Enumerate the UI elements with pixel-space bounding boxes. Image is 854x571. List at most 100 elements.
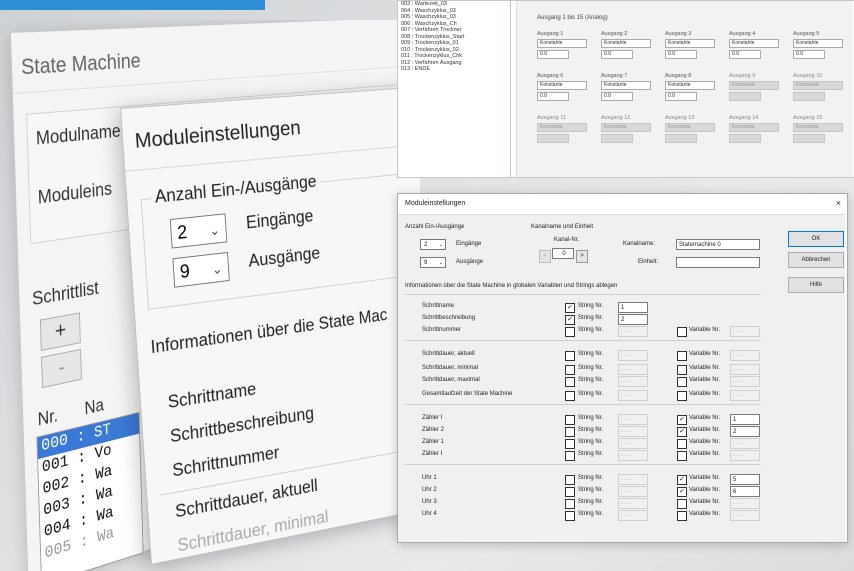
output-mode-select[interactable]: Konstante — [601, 81, 651, 90]
string-checkbox[interactable] — [565, 365, 575, 375]
output-value-input[interactable] — [729, 92, 761, 101]
output-mode-select[interactable]: Konstante — [729, 123, 779, 132]
variable-nr-input[interactable]: - - - — [730, 390, 760, 401]
string-checkbox[interactable] — [565, 427, 575, 437]
help-button[interactable]: Hilfe — [788, 277, 844, 293]
variable-nr-input[interactable]: - - - — [730, 326, 760, 337]
string-nr-input[interactable]: - - - — [618, 474, 648, 485]
variable-nr-input[interactable]: 6 — [730, 486, 760, 497]
close-icon[interactable]: × — [836, 198, 841, 208]
output-value-input[interactable]: 0.0 — [537, 50, 569, 59]
string-checkbox[interactable]: ✓ — [565, 303, 575, 313]
string-nr-input[interactable]: - - - — [618, 438, 648, 449]
kanal-nr-input[interactable]: 0 — [552, 248, 574, 259]
string-checkbox[interactable] — [565, 475, 575, 485]
output-value-input[interactable]: 0.0 — [729, 50, 761, 59]
string-nr-input[interactable]: - - - — [618, 486, 648, 497]
string-nr-input[interactable]: - - - — [618, 364, 648, 375]
add-step-button[interactable]: + — [39, 312, 81, 352]
output-mode-select[interactable]: Konstante — [537, 81, 587, 90]
output-mode-select[interactable]: Konstante — [601, 39, 651, 48]
variable-nr-input[interactable]: - - - — [730, 510, 760, 521]
string-checkbox[interactable] — [565, 391, 575, 401]
variable-checkbox[interactable] — [677, 451, 687, 461]
list-item[interactable]: 013 : ENDE — [398, 66, 510, 73]
string-nr-input[interactable]: - - - — [618, 390, 648, 401]
output-value-input[interactable] — [601, 134, 633, 143]
variable-nr-input[interactable]: - - - — [730, 376, 760, 387]
output-value-input[interactable]: 0.0 — [665, 92, 697, 101]
einheit-input[interactable] — [676, 257, 760, 268]
string-checkbox[interactable] — [565, 499, 575, 509]
output-mode-select[interactable]: Konstante — [793, 39, 843, 48]
inputs-count-select[interactable]: 2 ⌄ — [169, 213, 228, 249]
string-checkbox[interactable] — [565, 439, 575, 449]
variable-checkbox[interactable] — [677, 439, 687, 449]
output-mode-select[interactable]: Konstante — [729, 81, 779, 90]
output-value-input[interactable] — [665, 134, 697, 143]
string-checkbox[interactable] — [565, 327, 575, 337]
kanalname-input[interactable]: Statemachine 0 — [676, 239, 760, 250]
output-value-input[interactable]: 0.0 — [793, 50, 825, 59]
output-value-input[interactable]: 0.0 — [601, 92, 633, 101]
string-checkbox[interactable] — [565, 487, 575, 497]
variable-nr-input[interactable]: - - - — [730, 350, 760, 361]
output-mode-select[interactable]: Konstante — [793, 81, 843, 90]
output-mode-select[interactable]: Konstante — [793, 123, 843, 132]
output-value-input[interactable] — [793, 134, 825, 143]
spin-down-button[interactable]: < — [539, 250, 551, 263]
output-value-input[interactable]: 0.0 — [601, 50, 633, 59]
variable-checkbox[interactable]: ✓ — [677, 427, 687, 437]
string-nr-input[interactable]: 2 — [618, 314, 648, 325]
output-value-input[interactable] — [793, 92, 825, 101]
remove-step-button[interactable]: - — [41, 348, 82, 389]
outputs-count-select[interactable]: 9 ⌄ — [420, 257, 446, 268]
string-nr-input[interactable]: - - - — [618, 414, 648, 425]
variable-nr-input[interactable]: - - - — [730, 498, 760, 509]
string-nr-input[interactable]: 1 — [618, 302, 648, 313]
variable-nr-input[interactable]: 1 — [730, 414, 760, 425]
outputs-count-select[interactable]: 9 ⌄ — [172, 251, 230, 288]
variable-checkbox[interactable] — [677, 391, 687, 401]
string-checkbox[interactable]: ✓ — [565, 315, 575, 325]
output-mode-select[interactable]: Konstante — [665, 81, 715, 90]
variable-checkbox[interactable] — [677, 377, 687, 387]
variable-checkbox[interactable]: ✓ — [677, 487, 687, 497]
output-mode-select[interactable]: Konstante — [601, 123, 651, 132]
output-mode-select[interactable]: Konstante — [665, 39, 715, 48]
output-mode-select[interactable]: Konstante — [729, 39, 779, 48]
output-mode-select[interactable]: Konstante — [537, 39, 587, 48]
variable-nr-input[interactable]: 2 — [730, 426, 760, 437]
output-value-input[interactable] — [729, 134, 761, 143]
string-checkbox[interactable] — [565, 415, 575, 425]
string-nr-input[interactable]: - - - — [618, 450, 648, 461]
variable-checkbox[interactable] — [677, 351, 687, 361]
cancel-button[interactable]: Abbrechen — [788, 252, 844, 268]
ok-button[interactable]: OK — [788, 231, 844, 247]
spin-up-button[interactable]: > — [576, 250, 588, 263]
string-nr-input[interactable]: - - - — [618, 326, 648, 337]
variable-checkbox[interactable] — [677, 511, 687, 521]
string-nr-input[interactable]: - - - — [618, 426, 648, 437]
variable-nr-input[interactable]: 5 — [730, 474, 760, 485]
variable-nr-input[interactable]: - - - — [730, 438, 760, 449]
inputs-count-select[interactable]: 2 ⌄ — [420, 239, 446, 250]
step-list-small[interactable]: 003 : Wartezeit_03 004 : Waschzyklus_03 00… — [398, 1, 511, 177]
string-checkbox[interactable] — [565, 451, 575, 461]
variable-checkbox[interactable]: ✓ — [677, 415, 687, 425]
string-nr-input[interactable]: - - - — [618, 510, 648, 521]
string-nr-input[interactable]: - - - — [618, 350, 648, 361]
variable-checkbox[interactable]: ✓ — [677, 475, 687, 485]
output-value-input[interactable]: 0.0 — [665, 50, 697, 59]
string-nr-input[interactable]: - - - — [618, 376, 648, 387]
string-nr-input[interactable]: - - - — [618, 498, 648, 509]
output-mode-select[interactable]: Konstante — [665, 123, 715, 132]
string-checkbox[interactable] — [565, 377, 575, 387]
variable-checkbox[interactable] — [677, 365, 687, 375]
variable-nr-input[interactable]: - - - — [730, 364, 760, 375]
string-checkbox[interactable] — [565, 351, 575, 361]
variable-checkbox[interactable] — [677, 327, 687, 337]
variable-checkbox[interactable] — [677, 499, 687, 509]
variable-nr-input[interactable]: - - - — [730, 450, 760, 461]
step-list[interactable]: 000 : ST 001 : Vo 002 : Wa 003 : Wa 004 … — [36, 411, 144, 571]
